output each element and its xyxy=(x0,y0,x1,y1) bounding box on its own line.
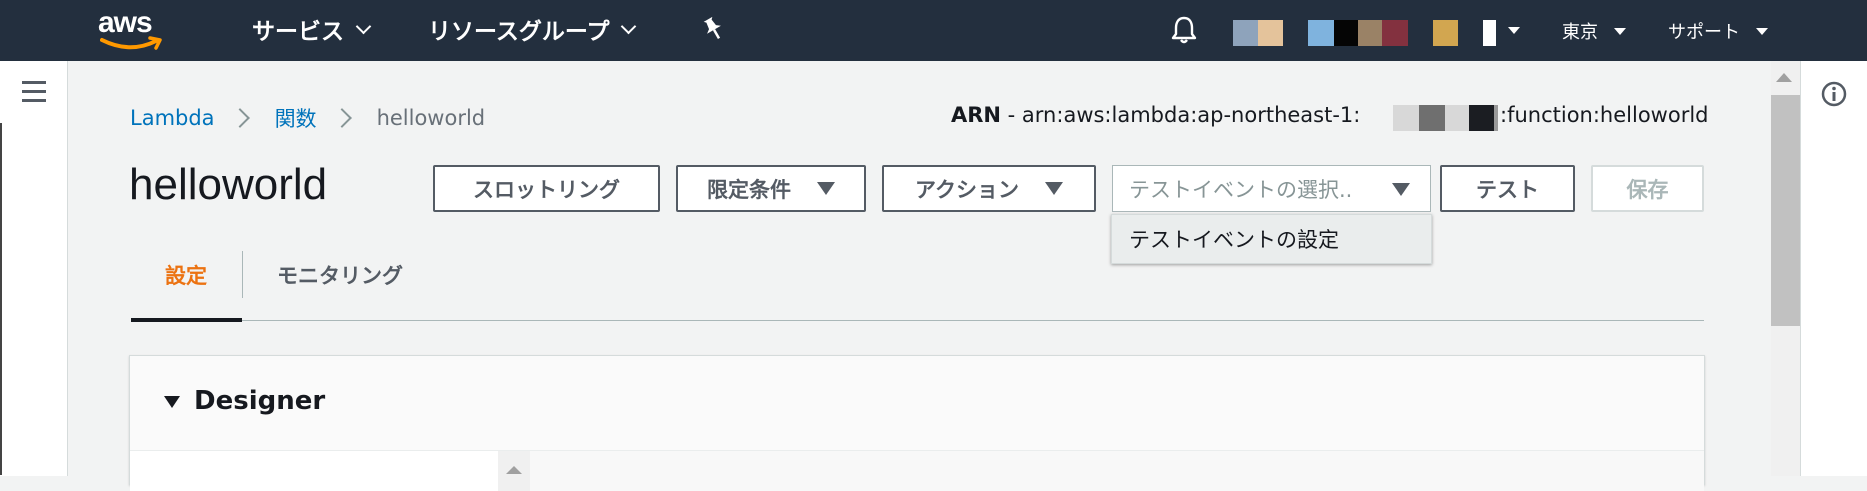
test-event-placeholder: テストイベントの選択.. xyxy=(1129,177,1353,202)
tab-bar-line xyxy=(131,320,1704,321)
collapse-triangle-icon[interactable] xyxy=(164,396,180,408)
designer-title: Designer xyxy=(194,386,326,416)
test-label: テスト xyxy=(1476,177,1539,202)
region-menu[interactable]: 東京 xyxy=(1562,18,1626,44)
chevron-right-icon xyxy=(331,108,352,128)
services-menu[interactable]: サービス xyxy=(252,12,372,46)
save-button[interactable]: 保存 xyxy=(1591,165,1704,212)
pin-icon[interactable] xyxy=(702,16,724,42)
right-rail xyxy=(1800,61,1867,476)
breadcrumb: Lambda 関数 helloworld xyxy=(130,103,485,133)
aws-logo-text: aws xyxy=(98,6,153,39)
account-menu-caret-icon[interactable] xyxy=(1508,27,1520,34)
tab-divider xyxy=(242,251,243,298)
resource-groups-menu[interactable]: リソースグループ xyxy=(428,12,637,46)
chevron-down-icon xyxy=(355,18,372,34)
scroll-up-arrow-icon[interactable] xyxy=(506,466,522,474)
left-rail xyxy=(0,61,68,476)
tab-monitoring[interactable]: モニタリング xyxy=(277,260,403,290)
designer-triggers-list xyxy=(130,451,499,491)
chevron-down-icon xyxy=(621,18,637,34)
top-navigation-bar: aws サービス リソースグループ 東京 サポート xyxy=(0,0,1867,61)
test-button[interactable]: テスト xyxy=(1440,165,1575,212)
arn-suffix: :function:helloworld xyxy=(1500,103,1709,127)
tab-configuration[interactable]: 設定 xyxy=(165,260,207,290)
redacted-account-id xyxy=(1445,105,1469,131)
actions-button[interactable]: アクション xyxy=(882,165,1096,212)
breadcrumb-lambda[interactable]: Lambda xyxy=(130,106,215,130)
caret-down-icon xyxy=(817,182,835,195)
info-icon[interactable] xyxy=(1820,80,1848,108)
account-name-swatch xyxy=(1334,20,1358,46)
support-label: サポート xyxy=(1668,22,1740,43)
throttling-button[interactable]: スロットリング xyxy=(433,165,660,212)
redacted-account-id xyxy=(1494,105,1498,131)
redacted-account-id xyxy=(1419,105,1445,131)
redacted-account-id xyxy=(1393,105,1419,131)
account-name-swatch xyxy=(1308,20,1334,46)
account-name-swatch xyxy=(1433,20,1458,46)
aws-logo[interactable]: aws xyxy=(98,6,164,54)
breadcrumb-functions[interactable]: 関数 xyxy=(275,103,317,133)
menu-icon[interactable] xyxy=(22,81,46,108)
services-label: サービス xyxy=(252,19,344,45)
caret-down-icon xyxy=(1614,27,1626,35)
designer-panel: Designer xyxy=(129,355,1705,491)
test-event-dropdown-item[interactable]: テストイベントの設定 xyxy=(1111,214,1432,264)
caret-down-icon xyxy=(1044,182,1063,195)
breadcrumb-current: helloworld xyxy=(376,106,486,130)
chevron-right-icon xyxy=(229,108,250,128)
actions-label: アクション xyxy=(915,177,1019,202)
arn-label: ARN xyxy=(951,103,1001,127)
save-label: 保存 xyxy=(1626,177,1669,202)
scrollbar-thumb[interactable] xyxy=(1771,95,1800,326)
throttling-label: スロットリング xyxy=(473,177,620,202)
arn-text: ARN - arn:aws:lambda:ap-northeast-1: xyxy=(951,103,1360,127)
bell-icon[interactable] xyxy=(1171,15,1197,45)
scroll-up-arrow-icon[interactable] xyxy=(1776,73,1792,82)
account-name-swatch xyxy=(1382,20,1408,46)
caret-down-icon xyxy=(1392,183,1410,196)
account-name-swatch xyxy=(1358,20,1382,46)
configure-test-event-label: テストイベントの設定 xyxy=(1129,228,1339,252)
designer-header[interactable]: Designer xyxy=(130,356,1704,451)
caret-down-icon xyxy=(1756,27,1768,35)
active-tab-indicator xyxy=(131,318,242,322)
page-title: helloworld xyxy=(129,160,328,209)
aws-smile-icon xyxy=(100,36,162,50)
redacted-account-id xyxy=(1469,105,1494,131)
support-menu[interactable]: サポート xyxy=(1668,18,1768,44)
qualifiers-label: 限定条件 xyxy=(707,177,791,202)
test-event-select[interactable]: テストイベントの選択.. xyxy=(1112,165,1431,212)
region-label: 東京 xyxy=(1562,22,1598,43)
account-name-swatch xyxy=(1483,20,1496,46)
arn-prefix: - arn:aws:lambda:ap-northeast-1: xyxy=(1001,103,1361,127)
account-avatar-swatch xyxy=(1233,20,1258,46)
qualifiers-button[interactable]: 限定条件 xyxy=(676,165,866,212)
window-edge xyxy=(0,123,2,475)
account-avatar-swatch xyxy=(1258,20,1283,46)
resource-groups-label: リソースグループ xyxy=(428,19,610,45)
